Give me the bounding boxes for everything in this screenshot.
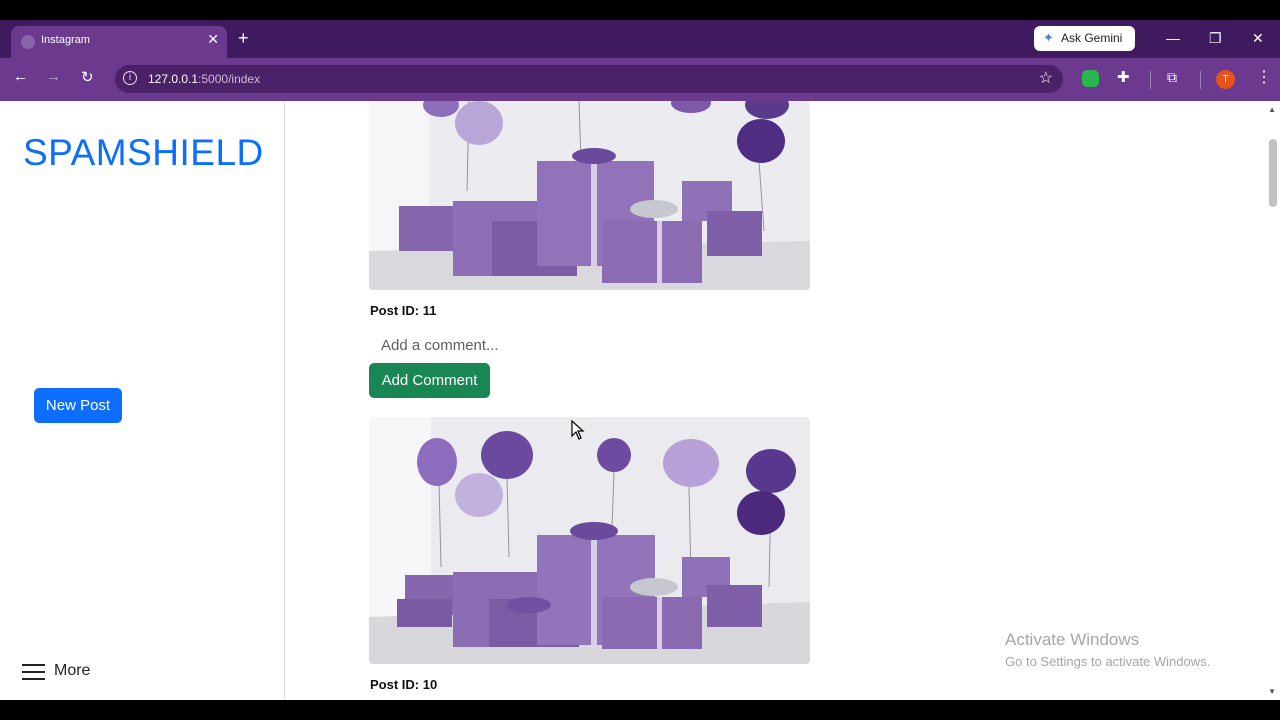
scrollbar-thumb[interactable]	[1269, 139, 1277, 207]
globe-icon	[21, 35, 35, 49]
tab-close-icon[interactable]: ✕	[207, 31, 219, 48]
post-id-label: Post ID: 10	[370, 677, 438, 692]
page-content: SPAMSHIELD New Post More Post ID: 11 Add…	[0, 101, 1280, 700]
brand-logo[interactable]: SPAMSHIELD	[23, 132, 264, 174]
gift-balloons-photo	[369, 417, 810, 664]
screen-bottom-edge	[0, 700, 1280, 720]
minimize-icon[interactable]: —	[1166, 30, 1180, 46]
new-tab-button[interactable]: +	[238, 28, 249, 49]
kebab-menu-icon[interactable]: ⋮	[1256, 67, 1272, 87]
watermark-subtitle: Go to Settings to activate Windows.	[1005, 654, 1211, 669]
site-info-icon[interactable]: i	[123, 71, 137, 85]
watermark-title: Activate Windows	[1005, 630, 1140, 649]
bookmark-star-icon[interactable]: ☆	[1039, 68, 1053, 88]
chat-extension-icon[interactable]	[1082, 70, 1099, 87]
window-close-icon[interactable]: ✕	[1252, 30, 1264, 47]
url-host: 127.0.0.1	[148, 72, 199, 86]
extensions-puzzle-icon[interactable]: ✚	[1117, 68, 1130, 86]
activate-windows-watermark: Activate Windows Go to Settings to activ…	[1005, 630, 1210, 669]
ask-gemini-button[interactable]: ✦ Ask Gemini	[1034, 26, 1135, 51]
gemini-sparkle-icon: ✦	[1043, 30, 1054, 45]
address-bar[interactable]: i 127.0.0.1:5000/index ☆	[115, 65, 1063, 93]
post-image	[369, 417, 810, 664]
gift-balloons-photo	[369, 101, 810, 290]
ask-gemini-label: Ask Gemini	[1061, 31, 1123, 45]
new-post-button[interactable]: New Post	[34, 388, 122, 423]
comment-input[interactable]	[369, 331, 689, 359]
forward-arrow-icon[interactable]: →	[46, 68, 61, 85]
restore-icon[interactable]: ❐	[1209, 30, 1222, 47]
toolbar-divider	[1150, 71, 1151, 89]
url-text: 127.0.0.1:5000/index	[148, 72, 260, 86]
mouse-cursor-icon	[571, 420, 585, 440]
search-tab-icon[interactable]: ⧉	[1167, 69, 1177, 86]
reload-icon[interactable]: ↻	[81, 68, 94, 86]
tab-title: Instagram	[41, 34, 90, 46]
toolbar-divider	[1200, 71, 1201, 89]
add-comment-button[interactable]: Add Comment	[369, 363, 490, 398]
profile-avatar[interactable]: T	[1216, 70, 1235, 89]
sidebar: SPAMSHIELD New Post More	[0, 101, 285, 700]
scrollbar[interactable]: ▲ ▼	[1264, 101, 1280, 700]
back-arrow-icon[interactable]: ←	[13, 68, 28, 85]
screen: Instagram ✕ + ✦ Ask Gemini — ❐ ✕ ← → ↻ i…	[0, 0, 1280, 720]
hamburger-icon	[22, 664, 45, 680]
post-image	[369, 101, 810, 290]
scroll-up-arrow-icon[interactable]: ▲	[1268, 105, 1276, 114]
scroll-down-arrow-icon[interactable]: ▼	[1268, 687, 1276, 696]
more-label: More	[54, 662, 91, 679]
browser-tab[interactable]: Instagram ✕	[11, 26, 227, 58]
url-path: :5000/index	[198, 72, 261, 86]
post-id-label: Post ID: 11	[370, 303, 437, 318]
